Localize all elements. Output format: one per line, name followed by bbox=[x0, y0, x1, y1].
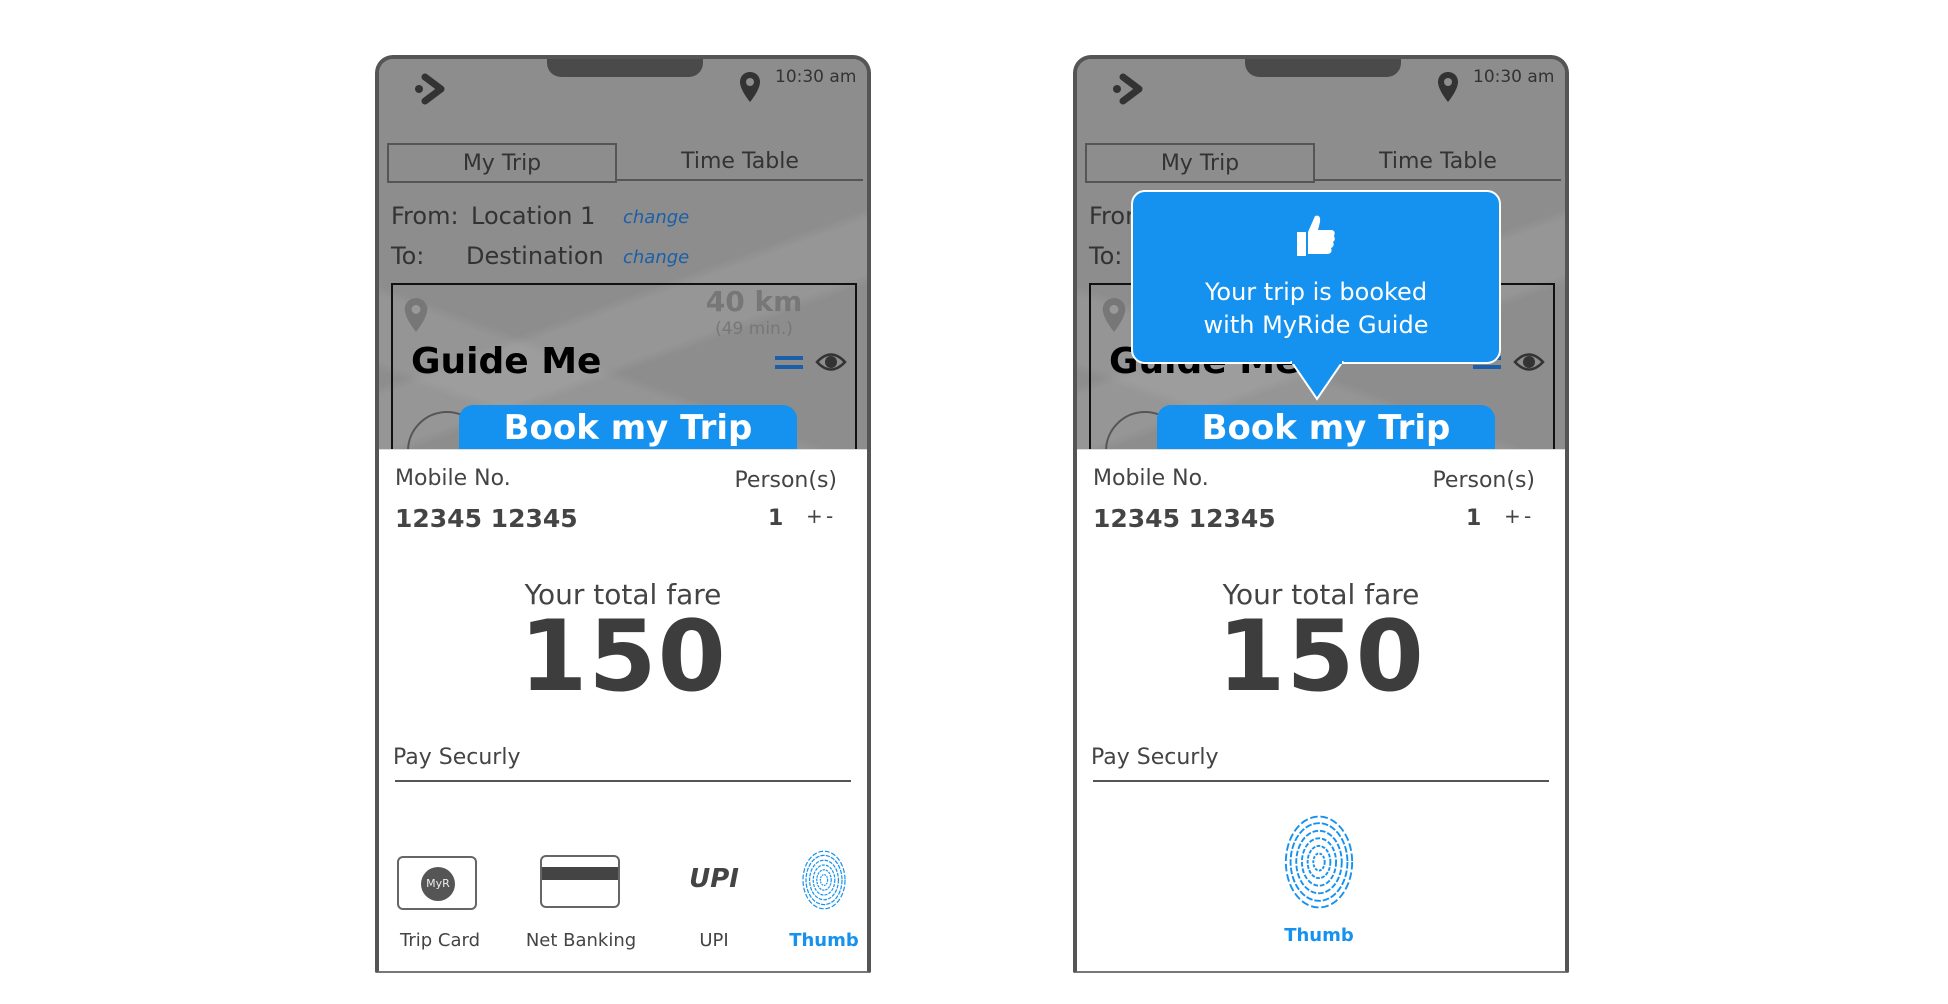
from-label: From: bbox=[391, 202, 459, 230]
tab-my-trip[interactable]: My Trip bbox=[1085, 143, 1315, 183]
book-my-trip-button[interactable]: Book my Trip bbox=[1157, 405, 1495, 455]
payment-sheet: Mobile No. Person(s) 12345 12345 1 + - Y… bbox=[1077, 449, 1565, 971]
tooltip-line-1: Your trip is booked bbox=[1204, 278, 1428, 306]
tab-time-table[interactable]: Time Table bbox=[1315, 143, 1561, 181]
notch bbox=[1245, 59, 1401, 77]
trip-card-logo: MyR bbox=[421, 867, 455, 901]
fare-value: 150 bbox=[519, 600, 727, 714]
phone-screen-booked: 10:30 am My Trip Time Table From: To: Gu… bbox=[1073, 55, 1569, 973]
fingerprint-icon[interactable] bbox=[801, 850, 847, 910]
location-pin-icon bbox=[740, 72, 760, 102]
to-label: To: bbox=[391, 242, 425, 270]
from-value: Location 1 bbox=[471, 202, 596, 230]
app-logo-icon bbox=[415, 73, 445, 105]
mobile-label: Mobile No. bbox=[395, 466, 511, 491]
menu-icon[interactable] bbox=[775, 356, 803, 369]
persons-value: 1 bbox=[1466, 506, 1482, 531]
phone-screen-payment: 10:30 am My Trip Time Table From: Locati… bbox=[375, 55, 871, 973]
status-time: 10:30 am bbox=[775, 67, 857, 87]
app-logo-icon bbox=[1113, 73, 1143, 105]
distance: 40 km bbox=[705, 285, 803, 318]
thumbs-up-icon bbox=[1297, 215, 1335, 256]
payment-label-thumb[interactable]: Thumb bbox=[759, 930, 867, 951]
change-to-link[interactable]: change bbox=[623, 247, 689, 268]
mobile-label: Mobile No. bbox=[1093, 466, 1209, 491]
eye-icon[interactable] bbox=[1513, 351, 1545, 373]
duration: (49 min.) bbox=[715, 319, 793, 339]
tab-my-trip[interactable]: My Trip bbox=[387, 143, 617, 183]
route-pin-icon bbox=[1102, 298, 1126, 332]
mobile-value[interactable]: 12345 12345 bbox=[395, 504, 578, 533]
fare-value: 150 bbox=[1217, 600, 1425, 714]
notch bbox=[547, 59, 703, 77]
persons-minus-button[interactable]: - bbox=[1524, 504, 1531, 528]
mobile-value[interactable]: 12345 12345 bbox=[1093, 504, 1276, 533]
persons-label: Person(s) bbox=[1432, 468, 1535, 493]
persons-plus-button[interactable]: + bbox=[806, 504, 823, 528]
persons-label: Person(s) bbox=[734, 468, 837, 493]
upi-logo[interactable]: UPI bbox=[679, 864, 749, 894]
persons-plus-button[interactable]: + bbox=[1504, 504, 1521, 528]
payment-sheet: Mobile No. Person(s) 12345 12345 1 + - Y… bbox=[379, 449, 867, 971]
net-banking-card-icon[interactable] bbox=[540, 855, 620, 908]
eye-icon[interactable] bbox=[815, 351, 847, 373]
route-pin-icon bbox=[404, 298, 428, 332]
booking-confirmation-tooltip: Your trip is booked with MyRide Guide bbox=[1131, 190, 1501, 364]
persons-minus-button[interactable]: - bbox=[826, 504, 833, 528]
pay-securely-label: Pay Securly bbox=[1091, 745, 1219, 770]
tooltip-arrow bbox=[1290, 361, 1344, 401]
pay-securely-label: Pay Securly bbox=[393, 745, 521, 770]
persons-value: 1 bbox=[768, 506, 784, 531]
tab-time-table[interactable]: Time Table bbox=[617, 143, 863, 181]
to-value: Destination bbox=[466, 242, 604, 270]
location-pin-icon bbox=[1438, 72, 1458, 102]
guide-title: Guide Me bbox=[411, 341, 602, 382]
divider bbox=[395, 780, 851, 782]
tooltip-line-2: with MyRide Guide bbox=[1203, 311, 1429, 339]
change-from-link[interactable]: change bbox=[623, 207, 689, 228]
fingerprint-icon[interactable] bbox=[1283, 812, 1355, 912]
to-label: To: bbox=[1089, 242, 1123, 270]
status-time: 10:30 am bbox=[1473, 67, 1555, 87]
trip-card-icon[interactable]: MyR bbox=[397, 856, 477, 910]
thumb-label[interactable]: Thumb bbox=[1254, 925, 1384, 946]
book-my-trip-button[interactable]: Book my Trip bbox=[459, 405, 797, 455]
payment-label-net-banking[interactable]: Net Banking bbox=[516, 930, 646, 951]
divider bbox=[1093, 780, 1549, 782]
payment-label-trip-card[interactable]: Trip Card bbox=[379, 930, 505, 951]
